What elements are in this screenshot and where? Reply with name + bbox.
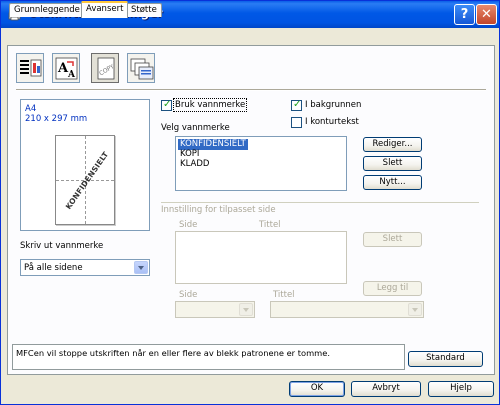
watermark-tool[interactable]: COPY xyxy=(91,53,119,83)
custom-delete-button[interactable]: Slett xyxy=(363,232,422,247)
custom-page-header: Innstilling for tilpasset side xyxy=(161,205,276,215)
add-button[interactable]: Legg til xyxy=(363,281,422,296)
print-watermark-label: Skriv ut vannmerke xyxy=(20,241,104,251)
page-options-tool[interactable] xyxy=(127,53,155,83)
title-select[interactable] xyxy=(270,301,424,318)
outline-text-label[interactable]: I konturtekst xyxy=(305,117,359,127)
print-watermark-select[interactable]: På alle sidene xyxy=(20,259,150,276)
new-button[interactable]: Nytt... xyxy=(363,175,422,190)
page-preview: A4 210 x 297 mm KONFIDENSIELT xyxy=(20,99,150,231)
preview-page: KONFIDENSIELT xyxy=(55,135,115,225)
list-item[interactable]: KLADD xyxy=(178,159,211,170)
tab-basic[interactable]: Grunnleggende xyxy=(9,3,85,17)
chevron-down-icon[interactable] xyxy=(134,261,148,274)
tab-advanced[interactable]: Avansert xyxy=(81,1,129,18)
column-header-title: Tittel xyxy=(259,220,281,230)
edit-button[interactable]: Rediger... xyxy=(363,137,422,152)
print-quality-tool[interactable] xyxy=(16,53,44,83)
page-select-label: Side xyxy=(179,290,198,300)
use-watermark-label[interactable]: Bruk vannmerke xyxy=(172,98,248,112)
custom-page-group-line xyxy=(161,202,479,203)
print-settings-dialog: Utskriftsinnstillinger ? ✕ Grunnleggende… xyxy=(0,0,500,405)
column-header-page: Side xyxy=(179,220,198,230)
paper-dimensions-label: 210 x 297 mm xyxy=(25,114,88,124)
watermark-copy-icon: COPY xyxy=(97,57,116,80)
title-select-label: Tittel xyxy=(273,290,295,300)
feature-toolbar: A A COPY xyxy=(16,53,156,85)
svg-text:A: A xyxy=(67,70,76,80)
standard-button[interactable]: Standard xyxy=(408,351,483,367)
page-options-icon xyxy=(130,58,154,80)
watermark-list[interactable]: KONFIDENSIELT KOPI KLADD xyxy=(175,136,347,191)
in-background-checkbox[interactable]: ✓ xyxy=(291,99,302,111)
outline-text-checkbox[interactable] xyxy=(291,117,302,128)
help-icon[interactable]: ? xyxy=(454,4,475,25)
help-button[interactable]: Hjelp xyxy=(428,381,494,397)
chevron-down-icon[interactable] xyxy=(239,303,253,316)
custom-page-list[interactable] xyxy=(175,231,347,284)
in-background-label[interactable]: I bakgrunnen xyxy=(305,100,361,110)
cancel-button[interactable]: Avbryt xyxy=(351,381,421,397)
checkmark-icon: ✓ xyxy=(293,99,302,110)
chevron-down-icon[interactable] xyxy=(408,303,422,316)
page-select[interactable] xyxy=(175,301,255,318)
delete-button[interactable]: Slett xyxy=(363,156,422,171)
ok-button[interactable]: OK xyxy=(289,381,345,397)
tab-support[interactable]: Støtte xyxy=(126,3,162,17)
status-text: MFCen vil stoppe utskriften når en eller… xyxy=(16,348,330,358)
print-quality-icon xyxy=(20,59,42,77)
checkmark-icon: ✓ xyxy=(163,99,172,110)
use-watermark-checkbox[interactable]: ✓ xyxy=(161,99,172,111)
print-watermark-value: På alle sidene xyxy=(24,263,83,273)
close-icon[interactable]: ✕ xyxy=(476,4,497,25)
font-scaling-icon: A A xyxy=(55,57,78,80)
select-watermark-label: Velg vannmerke xyxy=(161,123,230,133)
status-box: MFCen vil stoppe utskriften når en eller… xyxy=(12,344,405,370)
font-scaling-tool[interactable]: A A xyxy=(52,53,80,83)
toolbar-separator xyxy=(16,89,486,91)
paper-size-label: A4 xyxy=(25,104,37,114)
